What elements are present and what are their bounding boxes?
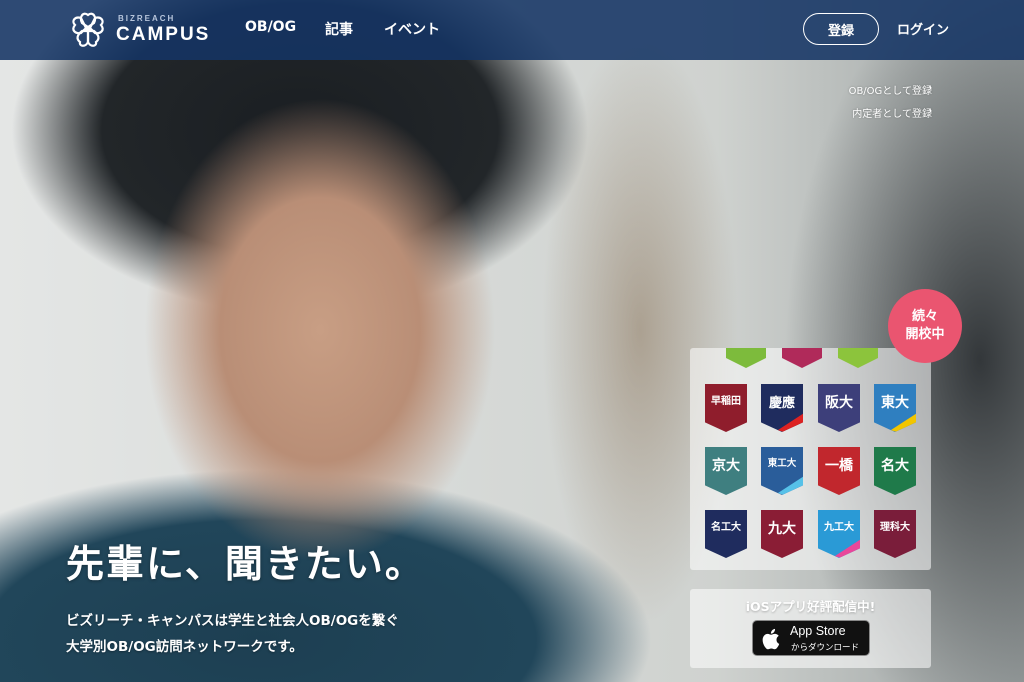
logo-brand-main: CAMPUS	[116, 24, 211, 45]
app-download-panel: iOSアプリ好評配信中! App Store からダウンロード	[690, 589, 931, 668]
app-store-sublabel: からダウンロード	[791, 643, 860, 653]
app-store-button[interactable]: App Store からダウンロード	[752, 620, 870, 656]
university-flag-label: 一橋	[825, 458, 853, 474]
university-flag-label: 東大	[881, 395, 909, 411]
register-button[interactable]: 登録	[803, 13, 879, 45]
register-as-ob-og-link[interactable]: OB/OGとして登録	[849, 82, 932, 97]
opening-badge: 続々 開校中	[888, 289, 962, 363]
university-flag-kyoto[interactable]: 京大	[705, 447, 747, 495]
university-flag-label: 早稲田	[711, 396, 741, 407]
university-flag-waseda[interactable]: 早稲田	[705, 384, 747, 432]
university-flag-tokyo-science[interactable]: 理科大	[874, 510, 916, 558]
university-flag-nagoya[interactable]: 名大	[874, 447, 916, 495]
hero-description-line-1: ビズリーチ・キャンパスは学生と社会人OB/OGを繋ぐ	[66, 613, 399, 629]
nav-ob-og[interactable]: OB/OG	[245, 19, 296, 35]
chevron-right-icon: ›	[928, 81, 933, 94]
hero-description: ビズリーチ・キャンパスは学生と社会人OB/OGを繋ぐ 大学別OB/OG訪問ネット…	[66, 608, 399, 660]
university-flag-label: 阪大	[825, 395, 853, 411]
university-flag-tokyo-tech[interactable]: 東工大	[761, 447, 803, 495]
university-flag-label: 九工大	[824, 522, 854, 533]
chevron-right-icon: ›	[928, 104, 933, 117]
apple-icon	[762, 628, 780, 650]
badge-line-1: 続々	[911, 309, 938, 324]
university-flag-label: 九大	[768, 521, 796, 537]
campus-logo[interactable]: BIZREACH CAMPUS	[68, 9, 218, 51]
app-store-label: App Store	[790, 624, 846, 638]
university-flag-osaka[interactable]: 阪大	[818, 384, 860, 432]
badge-line-2: 開校中	[905, 327, 945, 342]
university-flag-label: 理科大	[880, 522, 910, 533]
university-flag-label: 名大	[881, 458, 909, 474]
university-flag-label: 名工大	[711, 522, 741, 533]
university-flag-label: 京大	[712, 458, 740, 474]
logo-brand-small: BIZREACH	[118, 14, 176, 23]
university-flag-label: 慶應	[768, 396, 795, 411]
university-flag-top-3	[838, 348, 878, 368]
university-flag-hitotsubashi[interactable]: 一橋	[818, 447, 860, 495]
university-flag-kyushu-tech[interactable]: 九工大	[818, 510, 860, 558]
hero-headline: 先輩に、聞きたい。	[66, 542, 425, 586]
login-link[interactable]: ログイン	[897, 19, 949, 38]
site-header: BIZREACH CAMPUS OB/OG 記事 イベント 登録 ログイン	[0, 0, 1024, 60]
university-flag-nagoya-tech[interactable]: 名工大	[705, 510, 747, 558]
register-as-offer-holder-link[interactable]: 内定者として登録	[852, 105, 932, 120]
university-flag-kyushu[interactable]: 九大	[761, 510, 803, 558]
nav-events[interactable]: イベント	[384, 19, 440, 39]
hero-description-line-2: 大学別OB/OG訪問ネットワークです。	[66, 639, 303, 655]
university-flag-tokyo[interactable]: 東大	[874, 384, 916, 432]
university-flag-label: 東工大	[767, 458, 797, 469]
cherry-blossom-icon	[72, 12, 104, 47]
university-flag-top-2	[782, 348, 822, 368]
nav-articles[interactable]: 記事	[325, 19, 353, 39]
university-flag-keio[interactable]: 慶應	[761, 384, 803, 432]
university-flag-top-1	[726, 348, 766, 368]
app-promo-text: iOSアプリ好評配信中!	[745, 599, 876, 614]
